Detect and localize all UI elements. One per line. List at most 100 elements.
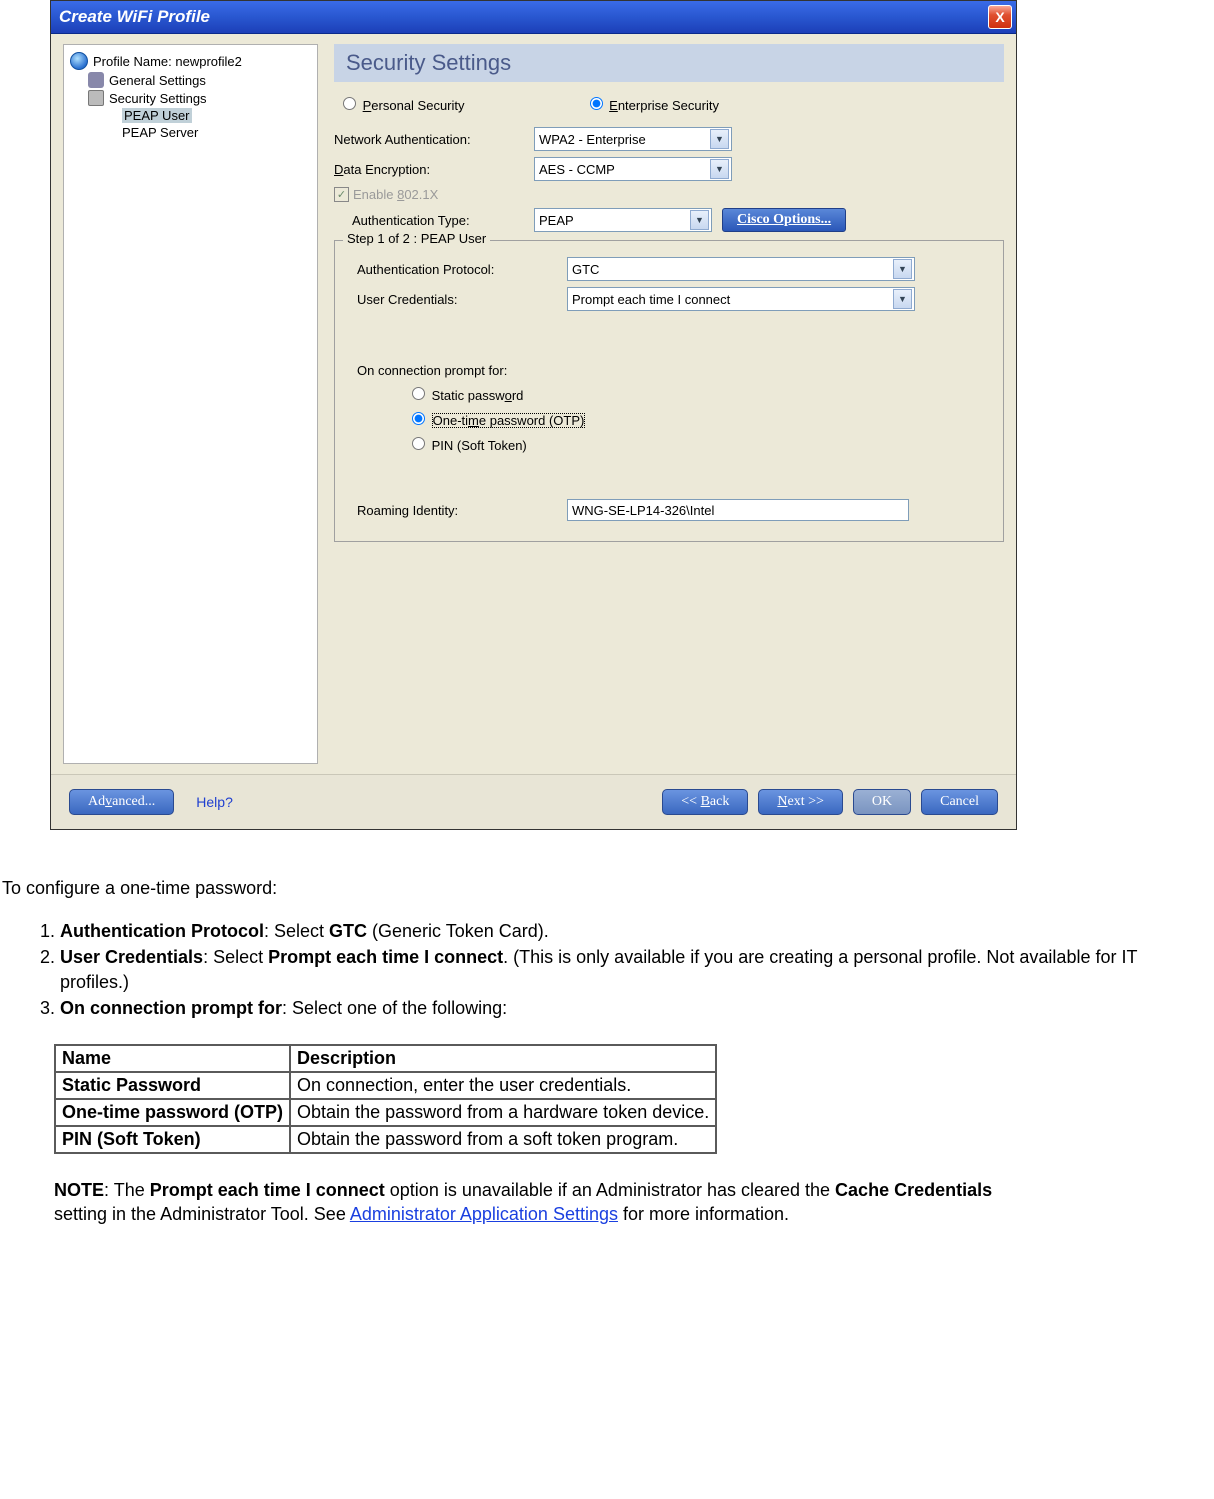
note-t2: option is unavailable if an Administrato…	[385, 1180, 835, 1200]
doc-step-1: Authentication Protocol: Select GTC (Gen…	[60, 919, 1202, 943]
li2-bold2: Prompt each time I connect	[268, 947, 503, 967]
auth-proto-select[interactable]: GTC ▼	[567, 257, 915, 281]
li2-bold: User Credentials	[60, 947, 203, 967]
note-bold2: Prompt each time I connect	[150, 1180, 385, 1200]
tree-general-label: General Settings	[109, 73, 206, 88]
tree-peap-server[interactable]: PEAP Server	[70, 124, 311, 141]
radio-pin-label: PIN (Soft Token)	[432, 438, 527, 453]
r2-name: One-time password (OTP)	[62, 1102, 283, 1122]
radio-personal[interactable]: Personal Security	[338, 94, 465, 113]
advanced-button[interactable]: Advanced...	[69, 789, 174, 815]
user-cred-value: Prompt each time I connect	[572, 292, 730, 307]
radio-pin-input[interactable]	[412, 437, 425, 450]
note-t1: : The	[104, 1180, 150, 1200]
table-header-row: NameDescription	[55, 1045, 716, 1072]
checkbox-icon: ✓	[334, 187, 349, 202]
roaming-input[interactable]: WNG-SE-LP14-326\Intel	[567, 499, 909, 521]
tree-root-label: Profile Name: newprofile2	[93, 54, 242, 69]
th-name: Name	[55, 1045, 290, 1072]
r1-desc: On connection, enter the user credential…	[290, 1072, 716, 1099]
tree-peap-user[interactable]: PEAP User	[70, 107, 311, 124]
cisco-options-button[interactable]: Cisco Options...	[722, 208, 846, 232]
table-row: One-time password (OTP) Obtain the passwo…	[55, 1099, 716, 1126]
net-auth-label: Network Authentication:	[334, 132, 534, 147]
radio-otp[interactable]: One-time password (OTP)	[407, 409, 585, 428]
data-enc-label: Data Encryption:	[334, 162, 534, 177]
tree-security[interactable]: Security Settings	[70, 89, 311, 107]
li3-bold: On connection prompt for	[60, 998, 282, 1018]
radio-static-label: Static password	[432, 388, 524, 403]
options-table: NameDescription Static Password On connec…	[54, 1044, 717, 1154]
radio-personal-input[interactable]	[343, 97, 356, 110]
section-heading: Security Settings	[334, 44, 1004, 82]
tree-peap-user-label: PEAP User	[122, 108, 192, 123]
doc-step-2: User Credentials: Select Prompt each tim…	[60, 945, 1202, 994]
chevron-down-icon[interactable]: ▼	[690, 210, 709, 230]
radio-pin[interactable]: PIN (Soft Token)	[407, 434, 527, 453]
net-auth-select[interactable]: WPA2 - Enterprise ▼	[534, 127, 732, 151]
radio-otp-input[interactable]	[412, 412, 425, 425]
window-title: Create WiFi Profile	[55, 7, 210, 27]
r3-desc: Obtain the password from a soft token pr…	[290, 1126, 716, 1153]
auth-proto-label: Authentication Protocol:	[347, 262, 567, 277]
radio-enterprise-label: nterprise Security	[618, 98, 719, 113]
group-legend: Step 1 of 2 : PEAP User	[343, 231, 490, 246]
tree-peap-server-label: PEAP Server	[122, 125, 198, 140]
auth-type-select[interactable]: PEAP ▼	[534, 208, 712, 232]
li2-text: : Select	[203, 947, 268, 967]
dialog-window: Create WiFi Profile X Profile Name: newp…	[50, 0, 1017, 830]
li1-bold: Authentication Protocol	[60, 921, 264, 941]
chevron-down-icon[interactable]: ▼	[893, 289, 912, 309]
titlebar[interactable]: Create WiFi Profile X	[51, 1, 1016, 34]
globe-icon	[70, 52, 88, 70]
chevron-down-icon[interactable]: ▼	[710, 159, 729, 179]
li1-bold2: GTC	[329, 921, 367, 941]
table-row: Static Password On connection, enter the …	[55, 1072, 716, 1099]
note-bold: NOTE	[54, 1180, 104, 1200]
table-row: PIN (Soft Token) Obtain the password from…	[55, 1126, 716, 1153]
peap-user-group: Step 1 of 2 : PEAP User Authentication P…	[334, 240, 1004, 542]
radio-otp-label: One-time password (OTP)	[432, 413, 586, 428]
chevron-down-icon[interactable]: ▼	[710, 129, 729, 149]
prompt-label: On connection prompt for:	[347, 363, 507, 378]
r2-desc: Obtain the password from a hardware toke…	[290, 1099, 716, 1126]
radio-static-input[interactable]	[412, 387, 425, 400]
gear-icon	[88, 72, 104, 88]
user-cred-label: User Credentials:	[347, 292, 567, 307]
admin-settings-link[interactable]: Administrator Application Settings	[350, 1204, 618, 1224]
li3-text: : Select one of the following:	[282, 998, 507, 1018]
help-link[interactable]: Help?	[196, 794, 233, 810]
doc-step-3: On connection prompt for: Select one of …	[60, 996, 1202, 1020]
r3-name: PIN (Soft Token)	[62, 1129, 201, 1149]
li1-text2: (Generic Token Card).	[367, 921, 549, 941]
close-icon[interactable]: X	[988, 5, 1012, 29]
r1-name: Static Password	[62, 1075, 201, 1095]
chevron-down-icon[interactable]: ▼	[893, 259, 912, 279]
doc-body: To configure a one-time password: Authen…	[0, 830, 1202, 1227]
radio-enterprise[interactable]: Enterprise Security	[585, 94, 719, 113]
doc-intro: To configure a one-time password:	[2, 878, 1202, 899]
tree-general[interactable]: General Settings	[70, 71, 311, 89]
radio-enterprise-input[interactable]	[590, 97, 603, 110]
back-button[interactable]: << Back	[662, 789, 748, 815]
data-enc-value: AES - CCMP	[539, 162, 615, 177]
li1-text: : Select	[264, 921, 329, 941]
enable-8021x-row: ✓ Enable 802.1X	[334, 187, 1004, 202]
tree-root[interactable]: Profile Name: newprofile2	[70, 51, 311, 71]
note-t4: for more information.	[618, 1204, 789, 1224]
roaming-label: Roaming Identity:	[347, 503, 567, 518]
next-button[interactable]: Next >>	[758, 789, 843, 815]
net-auth-value: WPA2 - Enterprise	[539, 132, 646, 147]
auth-type-value: PEAP	[539, 213, 574, 228]
auth-type-label: Authentication Type:	[352, 213, 534, 228]
nav-tree[interactable]: Profile Name: newprofile2 General Settin…	[63, 44, 318, 764]
auth-proto-value: GTC	[572, 262, 599, 277]
ok-button[interactable]: OK	[853, 789, 911, 815]
user-cred-select[interactable]: Prompt each time I connect ▼	[567, 287, 915, 311]
data-enc-select[interactable]: AES - CCMP ▼	[534, 157, 732, 181]
lock-icon	[88, 90, 104, 106]
tree-security-label: Security Settings	[109, 91, 207, 106]
doc-note: NOTE: The Prompt each time I connect opt…	[54, 1178, 1034, 1227]
cancel-button[interactable]: Cancel	[921, 789, 998, 815]
radio-static[interactable]: Static password	[407, 384, 523, 403]
